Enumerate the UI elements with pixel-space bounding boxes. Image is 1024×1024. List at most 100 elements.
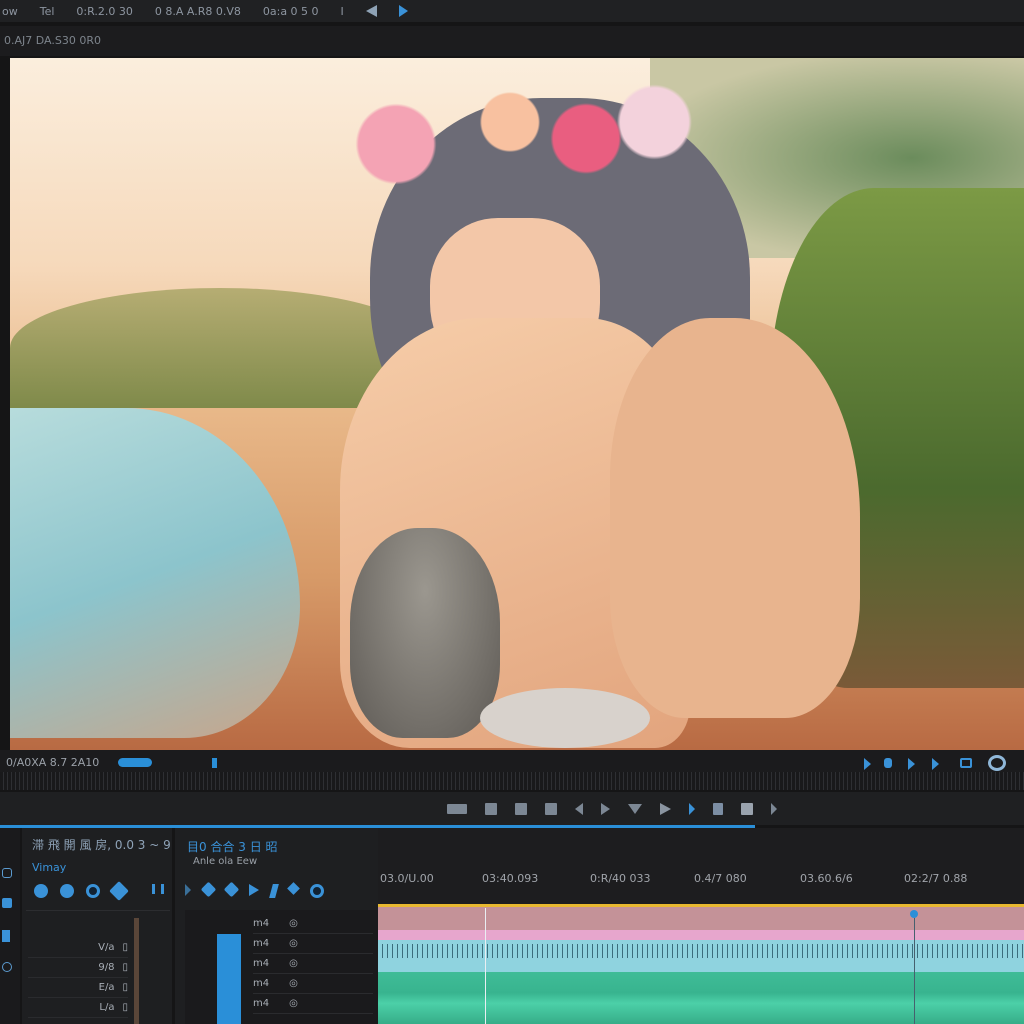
eye-icon[interactable]: ◎ — [289, 998, 298, 1009]
playhead[interactable] — [485, 908, 486, 1024]
track-row[interactable]: m4 ◎ — [253, 934, 373, 954]
record-button[interactable] — [310, 884, 324, 898]
audio-track-clip[interactable] — [378, 940, 1024, 972]
play-icon[interactable] — [398, 5, 408, 17]
scrub-bar[interactable] — [0, 772, 1024, 790]
loop-icon[interactable] — [988, 755, 1006, 771]
panel-title: 滞 飛 開 風 房, 0.0 3 ~ 9 — [32, 838, 171, 852]
track-label: m4 — [253, 958, 270, 969]
audio-track-clip[interactable] — [378, 972, 1024, 1024]
forward-icon[interactable] — [932, 758, 939, 770]
timecode: 0 8.A A.R8 0.V8 — [154, 4, 241, 18]
flower-crown — [320, 78, 700, 188]
eye-icon[interactable]: ◎ — [289, 958, 298, 969]
timecode: 0:R.2.0 30 — [76, 4, 133, 18]
row-label: 9/8 — [98, 962, 115, 973]
ruler-tick: 0:R/40 033 — [590, 872, 651, 885]
audio-icon[interactable] — [960, 758, 972, 768]
scrollbar[interactable] — [134, 918, 139, 1024]
row-label: E/a — [98, 982, 115, 993]
track-row[interactable]: m4 ◎ — [253, 974, 373, 994]
clip-icon[interactable] — [515, 802, 527, 815]
toggle-button[interactable] — [118, 758, 152, 767]
marker-icon[interactable] — [628, 803, 642, 814]
separator: I — [340, 4, 344, 18]
ruler-tick: 03.60.6/6 — [800, 872, 853, 885]
top-bar: ow Tel 0:R.2.0 30 0 8.A A.R8 0.V8 0a:a 0… — [0, 0, 1024, 22]
pink-track-clip[interactable] — [378, 930, 1024, 940]
play-icon[interactable] — [601, 802, 610, 815]
playhead-marker[interactable] — [212, 758, 217, 768]
sea — [10, 408, 300, 738]
track-row[interactable]: m4 ◎ — [253, 954, 373, 974]
list-item[interactable]: E/a ▯ — [28, 978, 128, 998]
play-icon[interactable] — [249, 884, 259, 896]
rewind-icon[interactable] — [365, 5, 377, 17]
menu-item[interactable]: Tel — [40, 5, 55, 18]
lock-icon[interactable]: ▯ — [122, 942, 128, 953]
ruler-tick: 0.4/7 080 — [694, 872, 747, 885]
lock-icon[interactable]: ▯ — [122, 1002, 128, 1013]
keyframe-button[interactable] — [200, 881, 217, 898]
track-panel: 目0 合合 3 日 昭 Anle ola Eew m4 ◎ m4 ◎ m4 ◎ m4 ◎… — [175, 828, 378, 1024]
track-label: m4 — [253, 998, 270, 1009]
effect-button[interactable] — [34, 884, 48, 898]
timeline[interactable]: 03.0/U.00 03:40.093 0:R/40 033 0.4/7 080… — [378, 828, 1024, 1024]
next-icon[interactable] — [908, 758, 915, 770]
tool-icon[interactable] — [2, 868, 12, 878]
body — [610, 318, 860, 718]
viewer-header: 0.AJ7 DA.S30 0R0 — [0, 26, 1024, 56]
transport-bar — [0, 792, 1024, 825]
blade-icon[interactable] — [269, 884, 279, 898]
play-icon[interactable] — [185, 884, 191, 896]
ruler-tick: 03.0/U.00 — [380, 872, 434, 885]
eye-icon[interactable]: ◎ — [289, 938, 298, 949]
row-label: V/a — [98, 942, 115, 953]
list-item[interactable]: 9/8 ▯ — [28, 958, 128, 978]
track-label: m4 — [253, 918, 270, 929]
video-track-clip[interactable] — [378, 907, 1024, 930]
diamond-icon[interactable] — [287, 882, 300, 895]
timecode-display: 0/A0XA 8.7 2A10 — [6, 756, 100, 769]
clip-icon[interactable] — [545, 802, 557, 815]
track-label: m4 — [253, 938, 270, 949]
keyframe-button[interactable] — [223, 881, 240, 898]
eye-icon[interactable]: ◎ — [289, 918, 298, 929]
list-item[interactable]: V/a ▯ — [28, 938, 128, 958]
marker-icon[interactable] — [910, 910, 918, 918]
eye-icon[interactable]: ◎ — [289, 978, 298, 989]
mark-in-icon[interactable] — [447, 803, 467, 814]
step-back-icon[interactable] — [575, 802, 583, 815]
tool-icon[interactable] — [2, 898, 12, 908]
effect-button[interactable] — [109, 881, 129, 901]
menu-item[interactable]: ow — [2, 5, 18, 18]
track-row[interactable]: m4 ◎ — [253, 914, 373, 934]
next-icon[interactable] — [689, 802, 695, 815]
play-icon[interactable] — [660, 802, 671, 815]
track-row[interactable]: m4 ◎ — [253, 994, 373, 1014]
video-preview[interactable] — [10, 58, 1024, 750]
effect-button[interactable] — [60, 884, 74, 898]
panel-title: 目0 合合 3 日 昭 — [187, 840, 278, 854]
effect-button[interactable] — [86, 884, 100, 898]
marker-icon[interactable] — [713, 802, 723, 815]
timecode: 0a:a 0 5 0 — [262, 4, 319, 18]
bars-icon[interactable] — [152, 884, 164, 894]
lock-icon[interactable]: ▯ — [122, 982, 128, 993]
track-label: m4 — [253, 978, 270, 989]
play-icon[interactable] — [864, 758, 871, 770]
tool-icon[interactable] — [2, 930, 10, 942]
list-item[interactable]: L/a ▯ — [28, 998, 128, 1018]
tool-icon[interactable] — [2, 962, 12, 972]
clip-icon[interactable] — [485, 802, 497, 815]
cat-tail — [480, 688, 650, 748]
ruler-tick: 02:2/7 0.88 — [904, 872, 968, 885]
track-select-column[interactable] — [217, 934, 241, 1024]
stop-icon[interactable] — [741, 802, 753, 815]
cat — [350, 528, 500, 738]
forward-icon[interactable] — [771, 802, 777, 815]
lock-icon[interactable]: ▯ — [122, 962, 128, 973]
row-label: L/a — [99, 1002, 115, 1013]
effects-panel: 滞 飛 開 風 房, 0.0 3 ~ 9 Vimay V/a ▯ 9/8 ▯ E/a… — [22, 828, 172, 1024]
record-icon[interactable] — [884, 758, 892, 768]
